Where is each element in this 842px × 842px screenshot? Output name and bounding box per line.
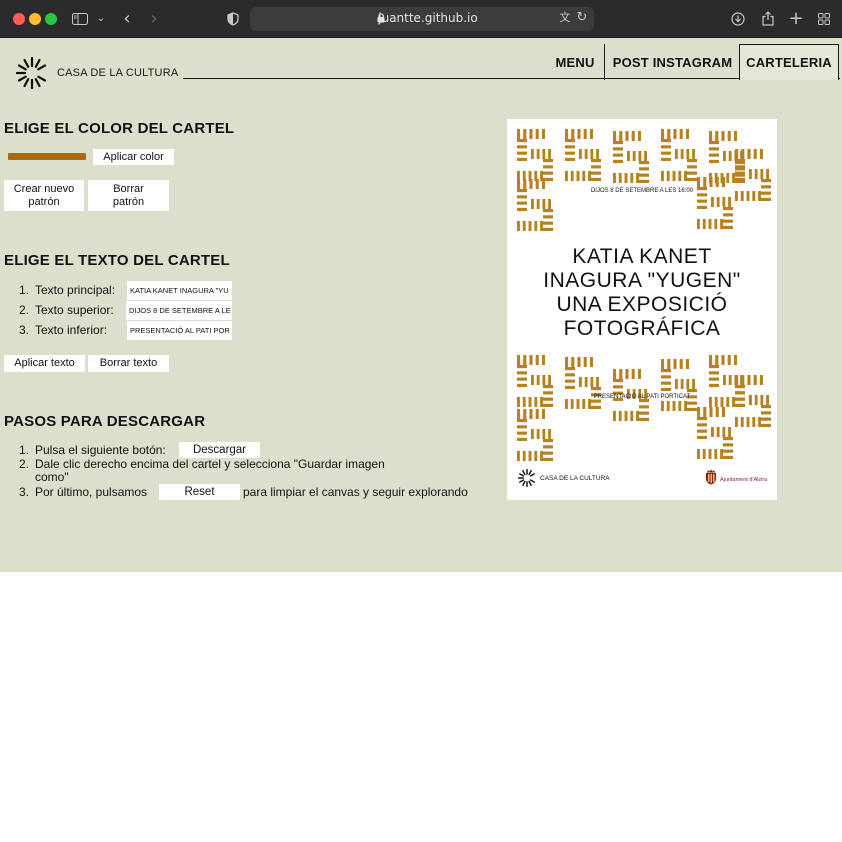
apply-color-button[interactable]: Aplicar color (93, 149, 174, 165)
step-number: 2. (19, 457, 30, 471)
main-text-label: Texto principal: (35, 283, 116, 297)
new-tab-icon[interactable]: + (787, 9, 805, 29)
delete-pattern-button[interactable]: Borrar patrón (88, 180, 169, 211)
nav-carteleria[interactable]: CARTELERIA (739, 44, 839, 80)
text-section-title: ELIGE EL TEXTO DEL CARTEL (4, 252, 230, 269)
poster-title-line: INAGURA "YUGEN" (543, 269, 741, 292)
download-step-2: 2. Dale clic derecho encima del cartel y… (19, 458, 439, 486)
delete-text-button[interactable]: Borrar texto (88, 355, 169, 372)
poster-title-line: KATIA KANET (572, 245, 712, 268)
download-button[interactable]: Descargar (179, 442, 260, 458)
download-icon[interactable] (729, 9, 747, 29)
ajuntament-crest (706, 469, 716, 485)
field-number: 3. (19, 323, 30, 337)
top-text-input[interactable]: DIJOS 8 DE SETEMBRE A LE (126, 301, 232, 320)
reload-icon[interactable]: ↻ (575, 8, 589, 28)
step-3-text-end: para limpiar el canvas y seguir exploran… (243, 485, 468, 499)
download-section-title: PASOS PARA DESCARGAR (4, 413, 206, 430)
poster-logo (517, 468, 535, 488)
bottom-text-label: Texto inferior: (35, 323, 108, 337)
top-text-label: Texto superior: (35, 303, 114, 317)
poster-title-line: FOTOGRÁFICA (563, 317, 721, 340)
reset-button[interactable]: Reset (159, 484, 240, 500)
bottom-text-input[interactable]: PRESENTACIÓ AL PATI POR (127, 321, 232, 340)
step-1-text: Pulsa el siguiente botón: (35, 443, 166, 457)
chevron-down-icon[interactable]: ⌄ (95, 9, 107, 29)
brand-name[interactable]: CASA DE LA CULTURA (57, 67, 178, 79)
poster-brand: CASA DE LA CULTURA (540, 475, 610, 482)
apply-text-button[interactable]: Aplicar texto (4, 355, 85, 372)
color-section-title: ELIGE EL COLOR DEL CARTEL (4, 120, 235, 137)
forward-arrow-icon[interactable]: › (146, 9, 162, 29)
new-pattern-button[interactable]: Crear nuevo patrón (4, 180, 84, 211)
field-number: 2. (19, 303, 30, 317)
zoom-window-button[interactable] (45, 13, 57, 25)
url-text: juantte.github.io (378, 11, 478, 25)
poster-canvas[interactable]: DIJOS 8 DE SETEMBRE A LES 16:00 KATIA KA… (507, 119, 777, 500)
poster-sponsor: Ajuntament d'Alzira (720, 477, 768, 483)
minimize-window-button[interactable] (29, 13, 41, 25)
main-text-input[interactable]: KATIA KANET INAGURA "YU (127, 281, 232, 300)
color-picker[interactable] (8, 153, 86, 160)
page-content: CASA DE LA CULTURA MENU POST INSTAGRAM C… (0, 38, 842, 572)
shield-icon[interactable] (224, 9, 242, 29)
address-bar[interactable]: juantte.github.io 文 ↻ (250, 7, 594, 31)
back-arrow-icon[interactable]: ‹ (119, 9, 135, 29)
poster-main-title: KATIA KANET INAGURA "YUGEN" UNA EXPOSICI… (507, 245, 777, 341)
share-icon[interactable] (759, 9, 777, 29)
step-number: 3. (19, 485, 30, 499)
poster-top-text: DIJOS 8 DE SETEMBRE A LES 16:00 (590, 188, 694, 194)
browser-toolbar: ⌄ ‹ › juantte.github.io 文 ↻ + (0, 0, 842, 38)
poster-title-line: UNA EXPOSICIÓ (556, 293, 728, 316)
translate-icon[interactable]: 文 (557, 8, 573, 28)
step-2-text: Dale clic derecho encima del cartel y se… (35, 457, 385, 484)
nav-menu[interactable]: MENU (546, 44, 604, 80)
nav-post-instagram[interactable]: POST INSTAGRAM (604, 44, 740, 80)
step-3-text-start: Por último, pulsamos (35, 485, 148, 499)
field-number: 1. (19, 283, 30, 297)
step-number: 1. (19, 443, 30, 457)
casa-cultura-logo[interactable] (14, 55, 50, 91)
tab-overview-icon[interactable] (815, 9, 833, 29)
close-window-button[interactable] (13, 13, 25, 25)
poster-bottom-text: PRESENTACIÓ AL PATI PORTICAT (593, 394, 691, 400)
sidebar-icon[interactable] (71, 9, 89, 29)
